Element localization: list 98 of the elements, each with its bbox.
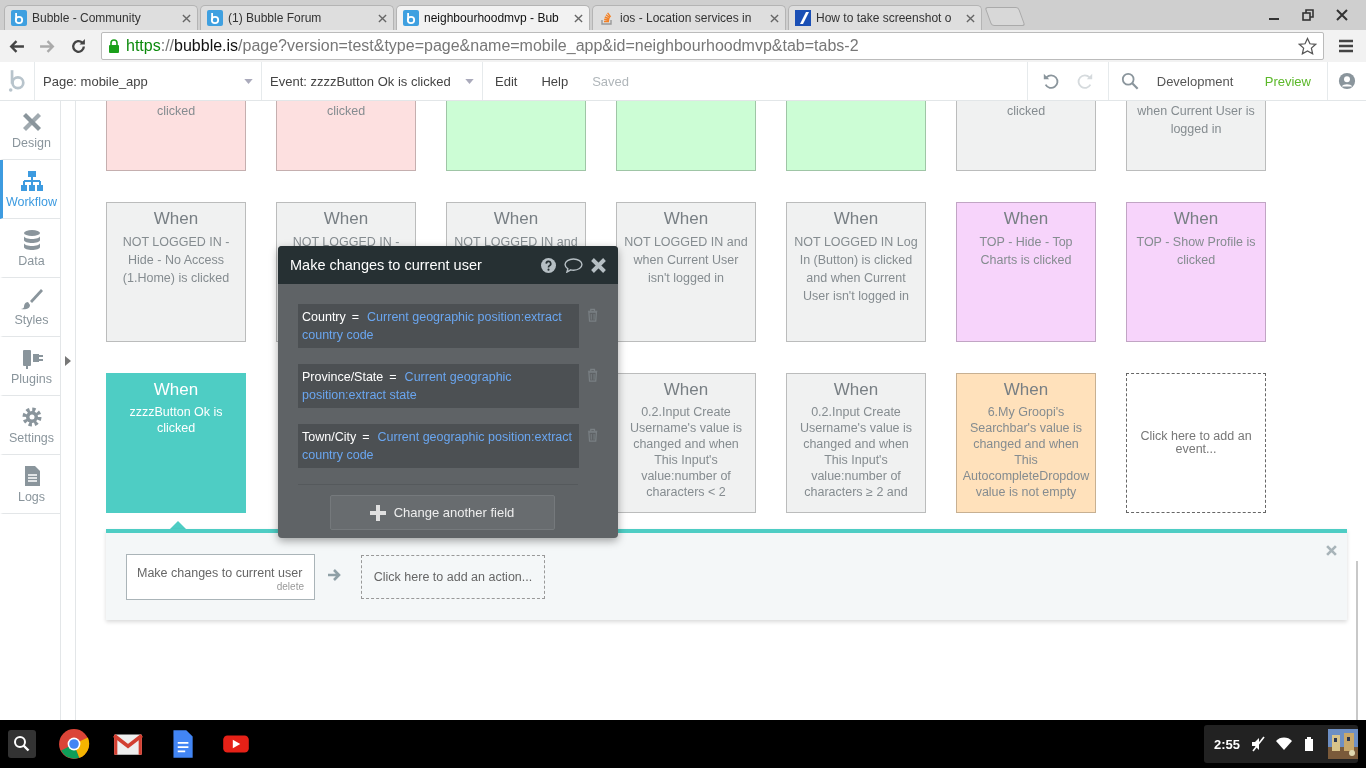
field-assignment[interactable]: Province/State = Current geographic position:extract state — [298, 364, 579, 408]
chrome-icon[interactable] — [58, 728, 90, 760]
bubble-favicon-icon — [11, 10, 27, 26]
event-card[interactable]: When TOP - Hide - Top Charts is clicked — [956, 202, 1096, 342]
slash-favicon-icon — [795, 10, 811, 26]
bubble-favicon-icon — [403, 10, 419, 26]
action-step[interactable]: Make changes to current user delete — [126, 553, 315, 600]
sidebar-item[interactable]: Logs — [0, 455, 60, 514]
close-icon[interactable] — [1336, 9, 1348, 21]
event-heading: When — [1003, 209, 1049, 229]
preview-button[interactable]: Preview — [1248, 73, 1327, 89]
sidebar-item[interactable]: Workflow — [0, 160, 60, 219]
event-description: NOT LOGGED IN - Hide - No Access (1.Home) is clicked — [121, 234, 231, 287]
bubble-favicon-icon — [207, 10, 223, 26]
lock-icon — [108, 39, 120, 53]
event-card[interactable]: clicked — [956, 101, 1096, 171]
event-description: NOT LOGGED IN and when Current User isn't logged in — [623, 234, 749, 287]
sidebar-item[interactable]: Data — [0, 219, 60, 278]
add-event-card[interactable]: Click here to add an event... — [1126, 373, 1266, 513]
event-description: TOP - Show Profile is clicked — [1135, 234, 1257, 269]
browser-tab[interactable]: (1) Bubble Forum — [200, 5, 394, 30]
toolbar-menu-item[interactable]: Help — [529, 62, 581, 100]
event-card[interactable]: When 0.2.Input Create Username's value is changed and when This Input's value:number of characters < 2 — [616, 373, 756, 513]
browser-tab[interactable]: Bubble - Community — [4, 5, 198, 30]
event-description: NOT LOGGED IN - — [292, 234, 400, 251]
event-description: 0.2.Input Create Username's value is changed and when This Input's value:number of characters ≥ 2 and — [798, 404, 914, 500]
help-icon[interactable] — [541, 257, 556, 273]
event-heading: When — [663, 209, 709, 229]
field-assignment[interactable]: Country = Current geographic position:extract country code — [298, 304, 579, 348]
browser-tab[interactable]: ios - Location services in — [592, 5, 786, 30]
event-description: when Current User is logged in — [1136, 103, 1256, 138]
event-card[interactable]: clicked — [106, 101, 246, 171]
close-icon[interactable] — [770, 13, 779, 23]
browser-tab[interactable]: How to take screenshot o — [788, 5, 982, 30]
event-heading: When — [153, 380, 199, 400]
event-card[interactable]: When NOT LOGGED IN - Hide - No Access (1.Home) is clicked — [106, 202, 246, 342]
undo-icon[interactable] — [1041, 72, 1060, 90]
event-heading: When — [663, 380, 709, 400]
close-icon[interactable] — [378, 13, 387, 23]
event-heading: When — [153, 209, 199, 229]
restore-icon[interactable] — [1302, 9, 1314, 21]
sidebar-item[interactable]: Plugins — [0, 337, 60, 396]
sidebar-item[interactable]: Settings — [0, 396, 60, 455]
clock-time[interactable]: 2:55 — [1213, 736, 1240, 752]
event-heading: When — [493, 209, 539, 229]
wifi-icon[interactable] — [1276, 736, 1292, 752]
star-icon[interactable] — [1298, 36, 1317, 56]
field-assignment[interactable]: Town/City = Current geographic position:extract country code — [298, 424, 579, 468]
event-description: clicked — [326, 103, 366, 120]
event-heading: When — [833, 380, 879, 400]
event-heading: When — [1003, 380, 1049, 400]
mode-dropdown[interactable]: Development — [1148, 62, 1249, 100]
event-description: TOP - Hide - Top Charts is clicked — [978, 234, 1074, 269]
event-description: clicked — [156, 103, 196, 120]
event-heading: When — [323, 209, 369, 229]
event-heading: When — [833, 209, 879, 229]
event-card[interactable]: When 0.2.Input Create Username's value is changed and when This Input's value:number of characters ≥ 2 and — [786, 373, 926, 513]
search-icon[interactable] — [8, 730, 36, 758]
close-icon[interactable] — [591, 257, 606, 273]
arrow-icon — [327, 567, 343, 582]
sidebar-item[interactable]: Design — [0, 101, 60, 160]
page-dropdown[interactable]: Page: mobile_app — [34, 62, 261, 100]
hierarchy-icon — [19, 169, 44, 193]
plus-icon — [369, 504, 386, 521]
caret-icon — [465, 78, 474, 84]
url-text: https://bubble.is/page?version=test&type=page&name=mobile_app&id=neighbourhoodmvp&tab=tabs-2 — [126, 37, 860, 55]
reload-icon[interactable] — [70, 37, 87, 55]
stack-favicon-icon — [599, 10, 615, 26]
event-card[interactable]: clicked — [276, 101, 416, 171]
address-field[interactable]: https://bubble.is/page?version=test&type=page&name=mobile_app&id=neighbourhoodmvp&tab=tabs-2 — [101, 32, 1324, 60]
event-card[interactable]: When NOT LOGGED IN and when Current User isn't logged in — [616, 202, 756, 342]
event-card[interactable]: When TOP - Show Profile is clicked — [1126, 202, 1266, 342]
close-icon[interactable] — [966, 13, 975, 23]
event-description: clicked — [1006, 103, 1046, 120]
event-description: 6.My Groopi's Searchbar's value is changed and when This AutocompleteDropdow value is not empty — [962, 404, 1090, 500]
mute-icon[interactable] — [1250, 736, 1266, 752]
comment-icon[interactable] — [564, 257, 583, 273]
event-heading: When — [1173, 209, 1219, 229]
toolbar-menu-item[interactable]: Edit — [482, 62, 530, 100]
event-dropdown[interactable]: Event: zzzzButton Ok is clicked — [261, 62, 482, 100]
event-card[interactable]: when Current User is logged in — [1126, 101, 1266, 171]
event-description: NOT LOGGED IN and — [454, 234, 578, 251]
delete-link[interactable]: delete — [276, 580, 304, 592]
popup-title: Make changes to current user — [290, 257, 483, 273]
expand-arrow-icon[interactable] — [65, 355, 71, 366]
change-field-button[interactable]: Change another field — [329, 495, 555, 530]
menu-icon[interactable] — [1338, 38, 1354, 54]
sidebar-item[interactable]: Styles — [0, 278, 60, 337]
event-card[interactable]: When NOT LOGGED IN Log In (Button) is clicked and when Current User isn't logged in — [786, 202, 926, 342]
event-description: NOT LOGGED IN Log In (Button) is clicked and when Current User isn't logged in — [793, 234, 919, 305]
browser-tab[interactable]: neighbourhoodmvp - Bub — [396, 5, 590, 30]
event-description: 0.2.Input Create Username's value is changed and when This Input's value:number of characters < 2 — [628, 404, 744, 500]
caret-icon — [244, 78, 253, 84]
add-action-button[interactable]: Click here to add an action... — [361, 554, 545, 599]
close-icon[interactable] — [182, 13, 191, 23]
event-description: zzzzButton Ok is clicked — [128, 404, 224, 436]
event-card[interactable]: When 6.My Groopi's Searchbar's value is changed and when This AutocompleteDropdow value is not empty — [956, 373, 1096, 513]
close-icon[interactable] — [574, 13, 583, 23]
